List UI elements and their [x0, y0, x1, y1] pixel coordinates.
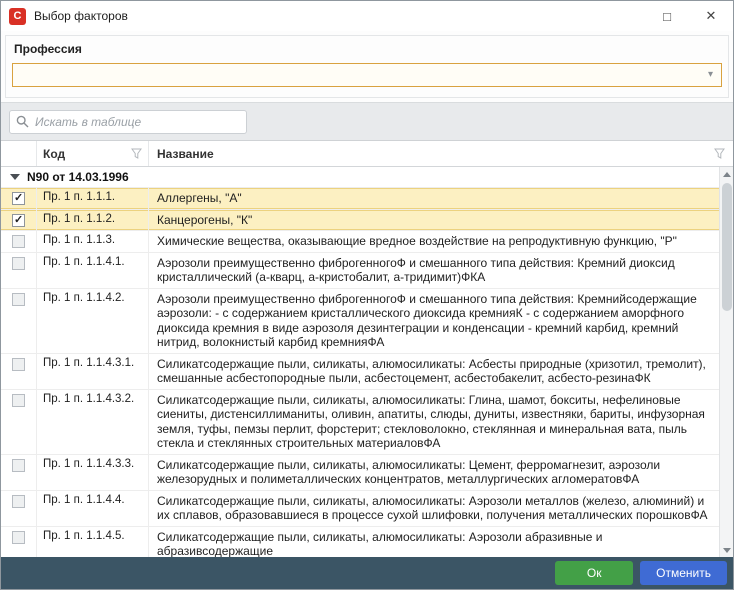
- row-checkbox-cell: [1, 188, 37, 209]
- row-checkbox-cell: [1, 231, 37, 252]
- profession-combobox[interactable]: ▾: [12, 63, 722, 87]
- table-body-wrap: N90 от 14.03.1996 Пр. 1 п. 1.1.1. Аллерг…: [1, 167, 733, 557]
- row-name: Силикатсодержащие пыли, силикаты, алюмос…: [149, 527, 719, 558]
- maximize-button[interactable]: □: [645, 1, 689, 31]
- table-header: Код Название: [1, 141, 733, 167]
- group-label: N90 от 14.03.1996: [27, 170, 129, 184]
- row-code: Пр. 1 п. 1.1.4.5.: [37, 527, 149, 558]
- table-row[interactable]: Пр. 1 п. 1.1.1. Аллергены, "А": [1, 188, 719, 210]
- profession-section: Профессия ▾: [1, 31, 733, 103]
- row-checkbox[interactable]: [12, 531, 25, 544]
- row-checkbox[interactable]: [12, 214, 25, 227]
- row-checkbox-cell: [1, 455, 37, 490]
- arrow-down-icon: [723, 548, 731, 553]
- table-row[interactable]: Пр. 1 п. 1.1.2. Канцерогены, "К": [1, 210, 719, 232]
- cancel-button[interactable]: Отменить: [640, 561, 727, 585]
- row-checkbox[interactable]: [12, 394, 25, 407]
- factors-table: Код Название N90 от 14.03.1996: [1, 141, 733, 557]
- table-row[interactable]: Пр. 1 п. 1.1.3. Химические вещества, ока…: [1, 231, 719, 253]
- scroll-up-button[interactable]: [720, 167, 733, 181]
- row-name: Силикатсодержащие пыли, силикаты, алюмос…: [149, 455, 719, 490]
- scrollbar-thumb[interactable]: [722, 183, 732, 311]
- app-logo-icon: С: [9, 8, 26, 25]
- filter-icon[interactable]: [131, 148, 142, 159]
- name-column-header[interactable]: Название: [149, 141, 733, 166]
- search-input[interactable]: [35, 115, 240, 129]
- row-code: Пр. 1 п. 1.1.4.2.: [37, 289, 149, 353]
- table-row[interactable]: Пр. 1 п. 1.1.4.3.2. Силикатсодержащие пы…: [1, 390, 719, 455]
- row-code: Пр. 1 п. 1.1.3.: [37, 231, 149, 252]
- scroll-down-button[interactable]: [720, 543, 733, 557]
- filter-icon[interactable]: [714, 148, 725, 159]
- search-icon: [16, 115, 29, 128]
- name-column-label: Название: [157, 147, 214, 161]
- row-checkbox[interactable]: [12, 257, 25, 270]
- row-checkbox-cell: [1, 253, 37, 288]
- row-code: Пр. 1 п. 1.1.4.3.3.: [37, 455, 149, 490]
- row-checkbox[interactable]: [12, 358, 25, 371]
- row-name: Силикатсодержащие пыли, силикаты, алюмос…: [149, 354, 719, 389]
- row-code: Пр. 1 п. 1.1.4.4.: [37, 491, 149, 526]
- close-button[interactable]: ✕: [689, 1, 733, 31]
- row-checkbox-cell: [1, 289, 37, 353]
- table-row[interactable]: Пр. 1 п. 1.1.4.3.1. Силикатсодержащие пы…: [1, 354, 719, 390]
- window-title: Выбор факторов: [34, 9, 128, 23]
- row-name: Силикатсодержащие пыли, силикаты, алюмос…: [149, 390, 719, 454]
- row-name: Канцерогены, "К": [149, 210, 719, 231]
- code-column-header[interactable]: Код: [37, 141, 149, 166]
- row-code: Пр. 1 п. 1.1.4.3.1.: [37, 354, 149, 389]
- footer-bar: Ок Отменить: [1, 557, 733, 589]
- row-checkbox-cell: [1, 491, 37, 526]
- table-row[interactable]: Пр. 1 п. 1.1.4.4. Силикатсодержащие пыли…: [1, 491, 719, 527]
- row-name: Аэрозоли преимущественно фиброгенногоФ и…: [149, 289, 719, 353]
- row-checkbox[interactable]: [12, 495, 25, 508]
- row-code: Пр. 1 п. 1.1.1.: [37, 188, 149, 209]
- group-row[interactable]: N90 от 14.03.1996: [1, 167, 719, 188]
- row-checkbox-cell: [1, 210, 37, 231]
- table-row[interactable]: Пр. 1 п. 1.1.4.5. Силикатсодержащие пыли…: [1, 527, 719, 558]
- checkbox-column-header: [1, 141, 37, 166]
- search-panel: [1, 103, 733, 141]
- row-checkbox[interactable]: [12, 235, 25, 248]
- row-name: Химические вещества, оказывающие вредное…: [149, 231, 719, 252]
- window-controls: □ ✕: [645, 1, 733, 31]
- arrow-up-icon: [723, 172, 731, 177]
- code-column-label: Код: [43, 147, 65, 161]
- row-checkbox[interactable]: [12, 192, 25, 205]
- row-name: Аэрозоли преимущественно фиброгенногоФ и…: [149, 253, 719, 288]
- row-code: Пр. 1 п. 1.1.2.: [37, 210, 149, 231]
- chevron-down-icon[interactable]: ▾: [708, 70, 713, 80]
- row-code: Пр. 1 п. 1.1.4.3.2.: [37, 390, 149, 454]
- profession-groupbox: Профессия ▾: [5, 35, 729, 98]
- row-code: Пр. 1 п. 1.1.4.1.: [37, 253, 149, 288]
- ok-button[interactable]: Ок: [555, 561, 633, 585]
- row-checkbox-cell: [1, 354, 37, 389]
- dialog-window: С Выбор факторов □ ✕ Профессия ▾: [0, 0, 734, 590]
- row-name: Аллергены, "А": [149, 188, 719, 209]
- search-box[interactable]: [9, 110, 247, 134]
- row-name: Силикатсодержащие пыли, силикаты, алюмос…: [149, 491, 719, 526]
- table-body: N90 от 14.03.1996 Пр. 1 п. 1.1.1. Аллерг…: [1, 167, 719, 557]
- profession-label: Профессия: [14, 42, 722, 56]
- table-row[interactable]: Пр. 1 п. 1.1.4.2. Аэрозоли преимуществен…: [1, 289, 719, 354]
- row-checkbox-cell: [1, 390, 37, 454]
- table-row[interactable]: Пр. 1 п. 1.1.4.1. Аэрозоли преимуществен…: [1, 253, 719, 289]
- table-row[interactable]: Пр. 1 п. 1.1.4.3.3. Силикатсодержащие пы…: [1, 455, 719, 491]
- row-checkbox[interactable]: [12, 459, 25, 472]
- title-bar: С Выбор факторов □ ✕: [1, 1, 733, 31]
- collapse-triangle-icon[interactable]: [10, 174, 20, 180]
- row-checkbox-cell: [1, 527, 37, 558]
- vertical-scrollbar[interactable]: [719, 167, 733, 557]
- row-checkbox[interactable]: [12, 293, 25, 306]
